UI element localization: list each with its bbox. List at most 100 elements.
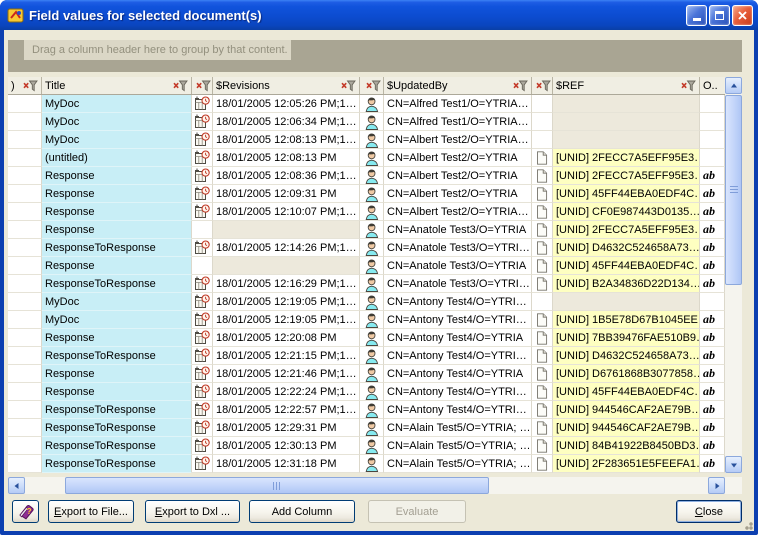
cell-row-selector[interactable] — [8, 149, 42, 167]
cell-ref[interactable]: [UNID] D4632C524658A73… — [553, 239, 700, 257]
cell-ref-icon[interactable] — [532, 383, 553, 401]
cell-ref[interactable] — [553, 95, 700, 113]
cell-row-selector[interactable] — [8, 203, 42, 221]
cell-row-selector[interactable] — [8, 293, 42, 311]
cell-ref[interactable]: [UNID] 2FECC7A5EFF95E3… — [553, 221, 700, 239]
cell-field-type[interactable]: ab — [700, 401, 725, 419]
vertical-scrollbar[interactable] — [725, 77, 742, 473]
cell-row-selector[interactable] — [8, 437, 42, 455]
cell-revisions-icon[interactable] — [192, 95, 213, 113]
cell-revisions[interactable]: 18/01/2005 12:09:31 PM — [213, 185, 360, 203]
column-header-ref-icon[interactable] — [532, 77, 553, 94]
cell-row-selector[interactable] — [8, 185, 42, 203]
cell-updatedby-icon[interactable] — [360, 365, 384, 383]
cell-title[interactable]: Response — [42, 185, 192, 203]
cell-row-selector[interactable] — [8, 167, 42, 185]
cell-updatedby-icon[interactable] — [360, 293, 384, 311]
cell-field-type[interactable]: ab — [700, 365, 725, 383]
table-row[interactable]: ResponseToResponse 18/01/2005 12:30:13 P… — [8, 437, 725, 455]
column-header-fieldtype[interactable]: O.. — [700, 77, 725, 94]
cell-revisions-icon[interactable] — [192, 383, 213, 401]
cell-updatedby-icon[interactable] — [360, 185, 384, 203]
cell-updatedby[interactable]: CN=Anatole Test3/O=YTRIA — [384, 257, 532, 275]
filter-icon[interactable] — [512, 80, 528, 92]
group-by-bar[interactable]: Drag a column header here to group by th… — [8, 40, 742, 72]
cell-revisions[interactable]: 18/01/2005 12:29:31 PM — [213, 419, 360, 437]
cell-updatedby[interactable]: CN=Albert Test2/O=YTRIA… — [384, 131, 532, 149]
help-button[interactable] — [12, 500, 39, 523]
filter-icon[interactable] — [680, 80, 696, 92]
cell-ref[interactable] — [553, 113, 700, 131]
cell-ref-icon[interactable] — [532, 365, 553, 383]
cell-row-selector[interactable] — [8, 113, 42, 131]
table-row[interactable]: Response 18/01/2005 12:21:46 PM;1… CN=An… — [8, 365, 725, 383]
cell-updatedby[interactable]: CN=Alain Test5/O=YTRIA; … — [384, 419, 532, 437]
cell-field-type[interactable] — [700, 131, 725, 149]
export-to-file-button[interactable]: Export to File... — [48, 500, 134, 523]
cell-row-selector[interactable] — [8, 257, 42, 275]
cell-field-type[interactable]: ab — [700, 347, 725, 365]
column-header-revisions-icon[interactable] — [192, 77, 213, 94]
cell-revisions-icon[interactable] — [192, 149, 213, 167]
cell-ref[interactable]: [UNID] 45FF44EBA0EDF4C… — [553, 185, 700, 203]
minimize-button[interactable] — [686, 5, 707, 26]
cell-revisions-icon[interactable] — [192, 167, 213, 185]
cell-updatedby[interactable]: CN=Anatole Test3/O=YTRI… — [384, 275, 532, 293]
cell-ref-icon[interactable] — [532, 455, 553, 473]
cell-title[interactable]: ResponseToResponse — [42, 419, 192, 437]
cell-updatedby[interactable]: CN=Antony Test4/O=YTRI… — [384, 311, 532, 329]
cell-ref[interactable] — [553, 293, 700, 311]
cell-row-selector[interactable] — [8, 383, 42, 401]
cell-updatedby-icon[interactable] — [360, 455, 384, 473]
maximize-button[interactable] — [709, 5, 730, 26]
cell-revisions[interactable]: 18/01/2005 12:19:05 PM;1… — [213, 293, 360, 311]
cell-field-type[interactable]: ab — [700, 419, 725, 437]
cell-updatedby[interactable]: CN=Antony Test4/O=YTRI… — [384, 347, 532, 365]
cell-row-selector[interactable] — [8, 401, 42, 419]
column-header-ref[interactable]: $REF — [553, 77, 700, 94]
cell-revisions-icon[interactable] — [192, 419, 213, 437]
cell-updatedby[interactable]: CN=Albert Test2/O=YTRIA — [384, 149, 532, 167]
cell-ref[interactable]: [UNID] 2FECC7A5EFF95E3… — [553, 149, 700, 167]
cell-ref[interactable]: [UNID] CF0E987443D0135… — [553, 203, 700, 221]
cell-field-type[interactable]: ab — [700, 185, 725, 203]
cell-revisions[interactable]: 18/01/2005 12:08:36 PM;1… — [213, 167, 360, 185]
cell-revisions[interactable] — [213, 257, 360, 275]
cell-title[interactable]: Response — [42, 383, 192, 401]
column-header-updatedby[interactable]: $UpdatedBy — [384, 77, 532, 94]
cell-updatedby-icon[interactable] — [360, 131, 384, 149]
cell-revisions-icon[interactable] — [192, 455, 213, 473]
cell-updatedby-icon[interactable] — [360, 95, 384, 113]
cell-updatedby[interactable]: CN=Albert Test2/O=YTRIA — [384, 185, 532, 203]
cell-title[interactable]: Response — [42, 167, 192, 185]
cell-title[interactable]: ResponseToResponse — [42, 275, 192, 293]
cell-revisions-icon[interactable] — [192, 221, 213, 239]
filter-icon[interactable] — [172, 80, 188, 92]
cell-title[interactable]: Response — [42, 221, 192, 239]
table-row[interactable]: ResponseToResponse 18/01/2005 12:14:26 P… — [8, 239, 725, 257]
table-row[interactable]: ResponseToResponse 18/01/2005 12:29:31 P… — [8, 419, 725, 437]
cell-field-type[interactable]: ab — [700, 167, 725, 185]
cell-field-type[interactable]: ab — [700, 383, 725, 401]
cell-row-selector[interactable] — [8, 329, 42, 347]
cell-updatedby-icon[interactable] — [360, 311, 384, 329]
cell-revisions[interactable]: 18/01/2005 12:22:57 PM;1… — [213, 401, 360, 419]
cell-field-type[interactable] — [700, 95, 725, 113]
cell-title[interactable]: (untitled) — [42, 149, 192, 167]
cell-updatedby[interactable]: CN=Alain Test5/O=YTRIA; … — [384, 455, 532, 473]
cell-revisions-icon[interactable] — [192, 365, 213, 383]
cell-row-selector[interactable] — [8, 365, 42, 383]
cell-ref-icon[interactable] — [532, 437, 553, 455]
cell-updatedby-icon[interactable] — [360, 437, 384, 455]
scroll-left-button[interactable] — [8, 477, 25, 494]
cell-revisions-icon[interactable] — [192, 437, 213, 455]
cell-revisions[interactable]: 18/01/2005 12:19:05 PM;1… — [213, 311, 360, 329]
cell-ref-icon[interactable] — [532, 311, 553, 329]
table-row[interactable]: Response 18/01/2005 12:09:31 PM CN=Alber… — [8, 185, 725, 203]
cell-field-type[interactable] — [700, 113, 725, 131]
cell-field-type[interactable]: ab — [700, 221, 725, 239]
cell-revisions[interactable]: 18/01/2005 12:16:29 PM;1… — [213, 275, 360, 293]
cell-ref-icon[interactable] — [532, 347, 553, 365]
cell-ref-icon[interactable] — [532, 149, 553, 167]
cell-updatedby[interactable]: CN=Alain Test5/O=YTRIA; … — [384, 437, 532, 455]
